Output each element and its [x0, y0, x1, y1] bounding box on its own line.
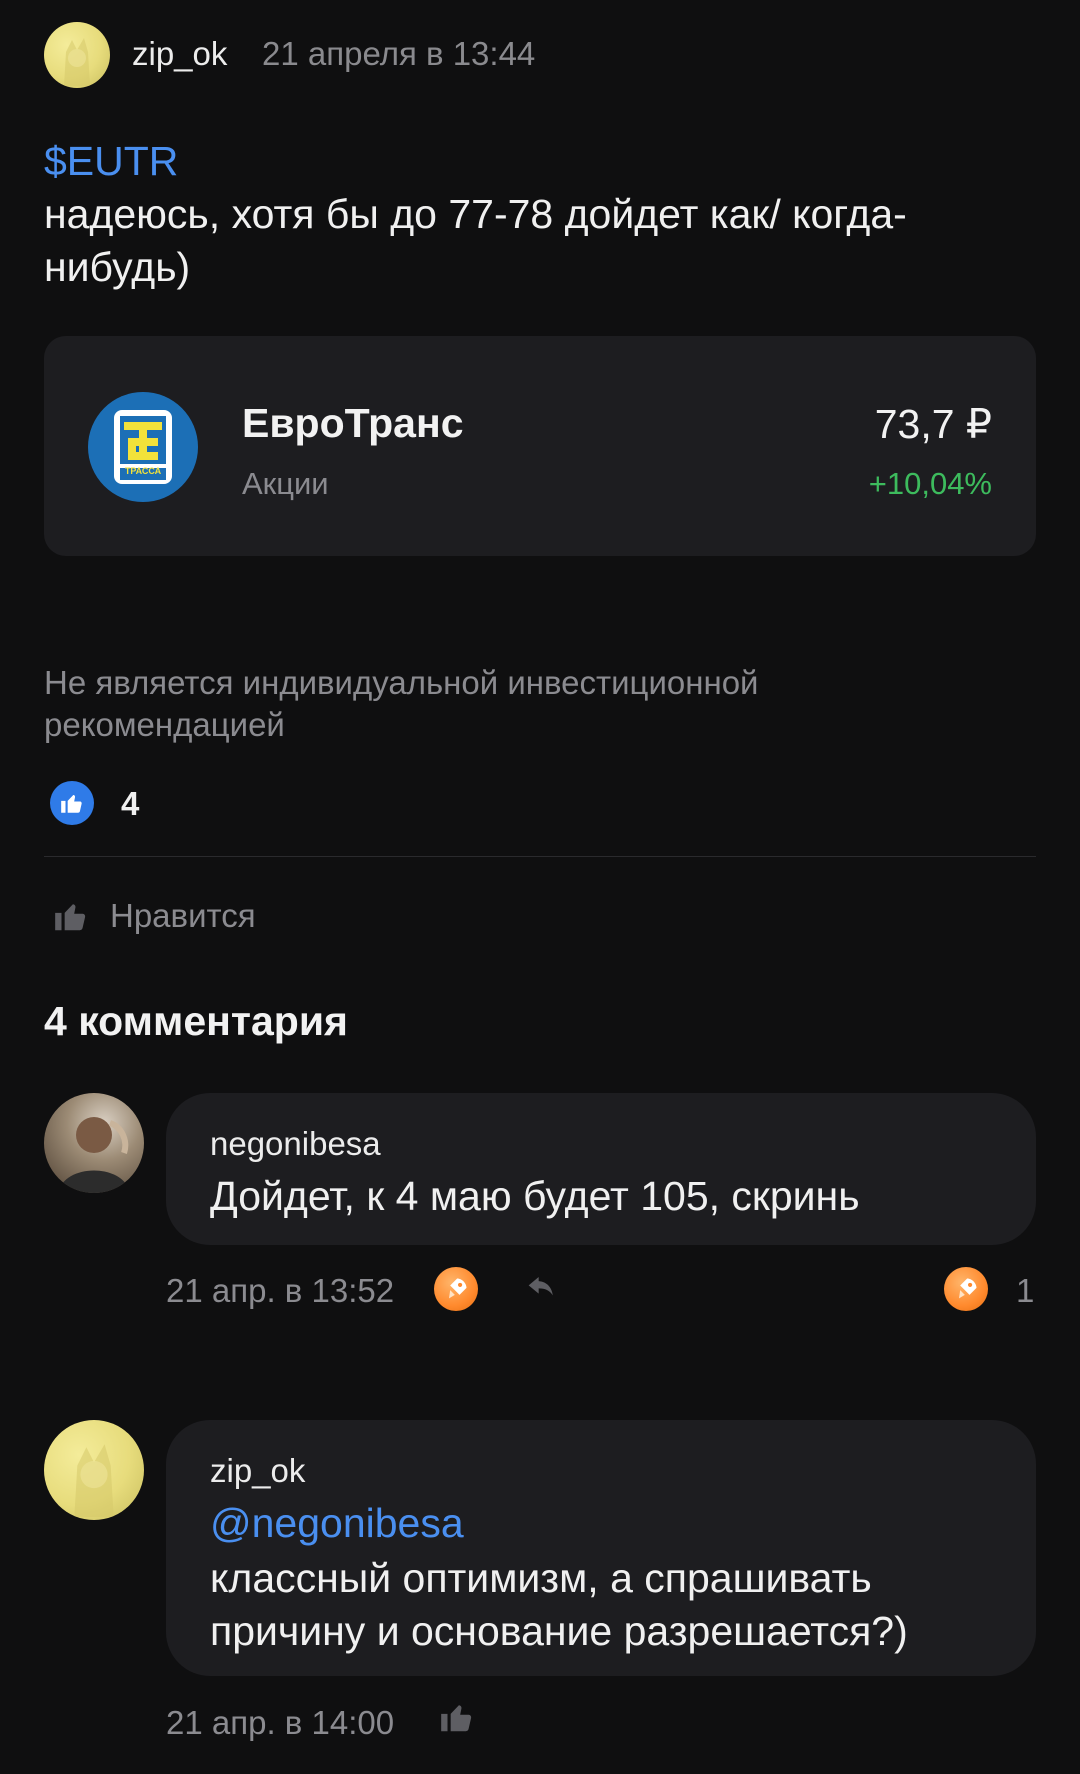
- commenter-avatar[interactable]: [44, 1420, 144, 1520]
- comment-time: 21 апр. в 13:52: [166, 1272, 395, 1309]
- comment-author[interactable]: negonibesa: [210, 1125, 381, 1163]
- eurotrans-logo-icon: [88, 392, 198, 502]
- rocket-count: 1: [1016, 1272, 1035, 1309]
- comment-text: Дойдет, к 4 маю будет 105, скринь: [210, 1173, 860, 1219]
- rocket-count-button[interactable]: [944, 1267, 988, 1311]
- comment-text: классный оптимизм, а спрашивать причину …: [210, 1555, 908, 1654]
- rocket-icon: [449, 1278, 467, 1299]
- instrument-change: +10,04%: [868, 466, 992, 501]
- reply-button[interactable]: [522, 1267, 568, 1313]
- ticker-link[interactable]: $EUTR: [44, 138, 178, 185]
- instrument-type: Акции: [242, 466, 329, 501]
- disclaimer-text: Не является индивидуальной инвестиционно…: [44, 664, 759, 743]
- thumbs-up-icon: [441, 1705, 472, 1732]
- comment-author[interactable]: zip_ok: [210, 1452, 305, 1490]
- like-button[interactable]: Нравится: [52, 893, 262, 939]
- instrument-name: ЕвроТранс: [242, 400, 464, 446]
- comments-title: 4 комментария: [44, 998, 348, 1044]
- post-author[interactable]: zip_ok: [132, 35, 227, 73]
- post-timestamp: 21 апреля в 13:44: [262, 35, 536, 72]
- instrument-price: 73,7 ₽: [874, 401, 992, 447]
- like-button-label: Нравится: [110, 897, 256, 934]
- logo-caption: ТРАССА: [124, 466, 162, 476]
- comment-like-button[interactable]: [438, 1698, 484, 1744]
- rocket-reaction-button[interactable]: [434, 1267, 478, 1311]
- like-count-badge: [50, 781, 94, 825]
- comment-time: 21 апр. в 14:00: [166, 1704, 395, 1741]
- commenter-avatar[interactable]: [44, 1093, 144, 1193]
- thumbs-up-icon: [55, 904, 86, 931]
- thumbs-up-icon: [61, 794, 82, 813]
- reply-icon: [528, 1277, 553, 1296]
- rocket-icon: [959, 1278, 977, 1299]
- comment-mention-link[interactable]: @negonibesa: [210, 1500, 464, 1547]
- avatar-cat-icon: [64, 38, 90, 86]
- like-count: 4: [121, 785, 140, 822]
- avatar-cat-icon: [74, 1444, 114, 1517]
- author-avatar[interactable]: [44, 22, 110, 88]
- divider: [44, 856, 1036, 857]
- post-text: надеюсь, хотя бы до 77-78 дойдет как/ ко…: [44, 191, 907, 290]
